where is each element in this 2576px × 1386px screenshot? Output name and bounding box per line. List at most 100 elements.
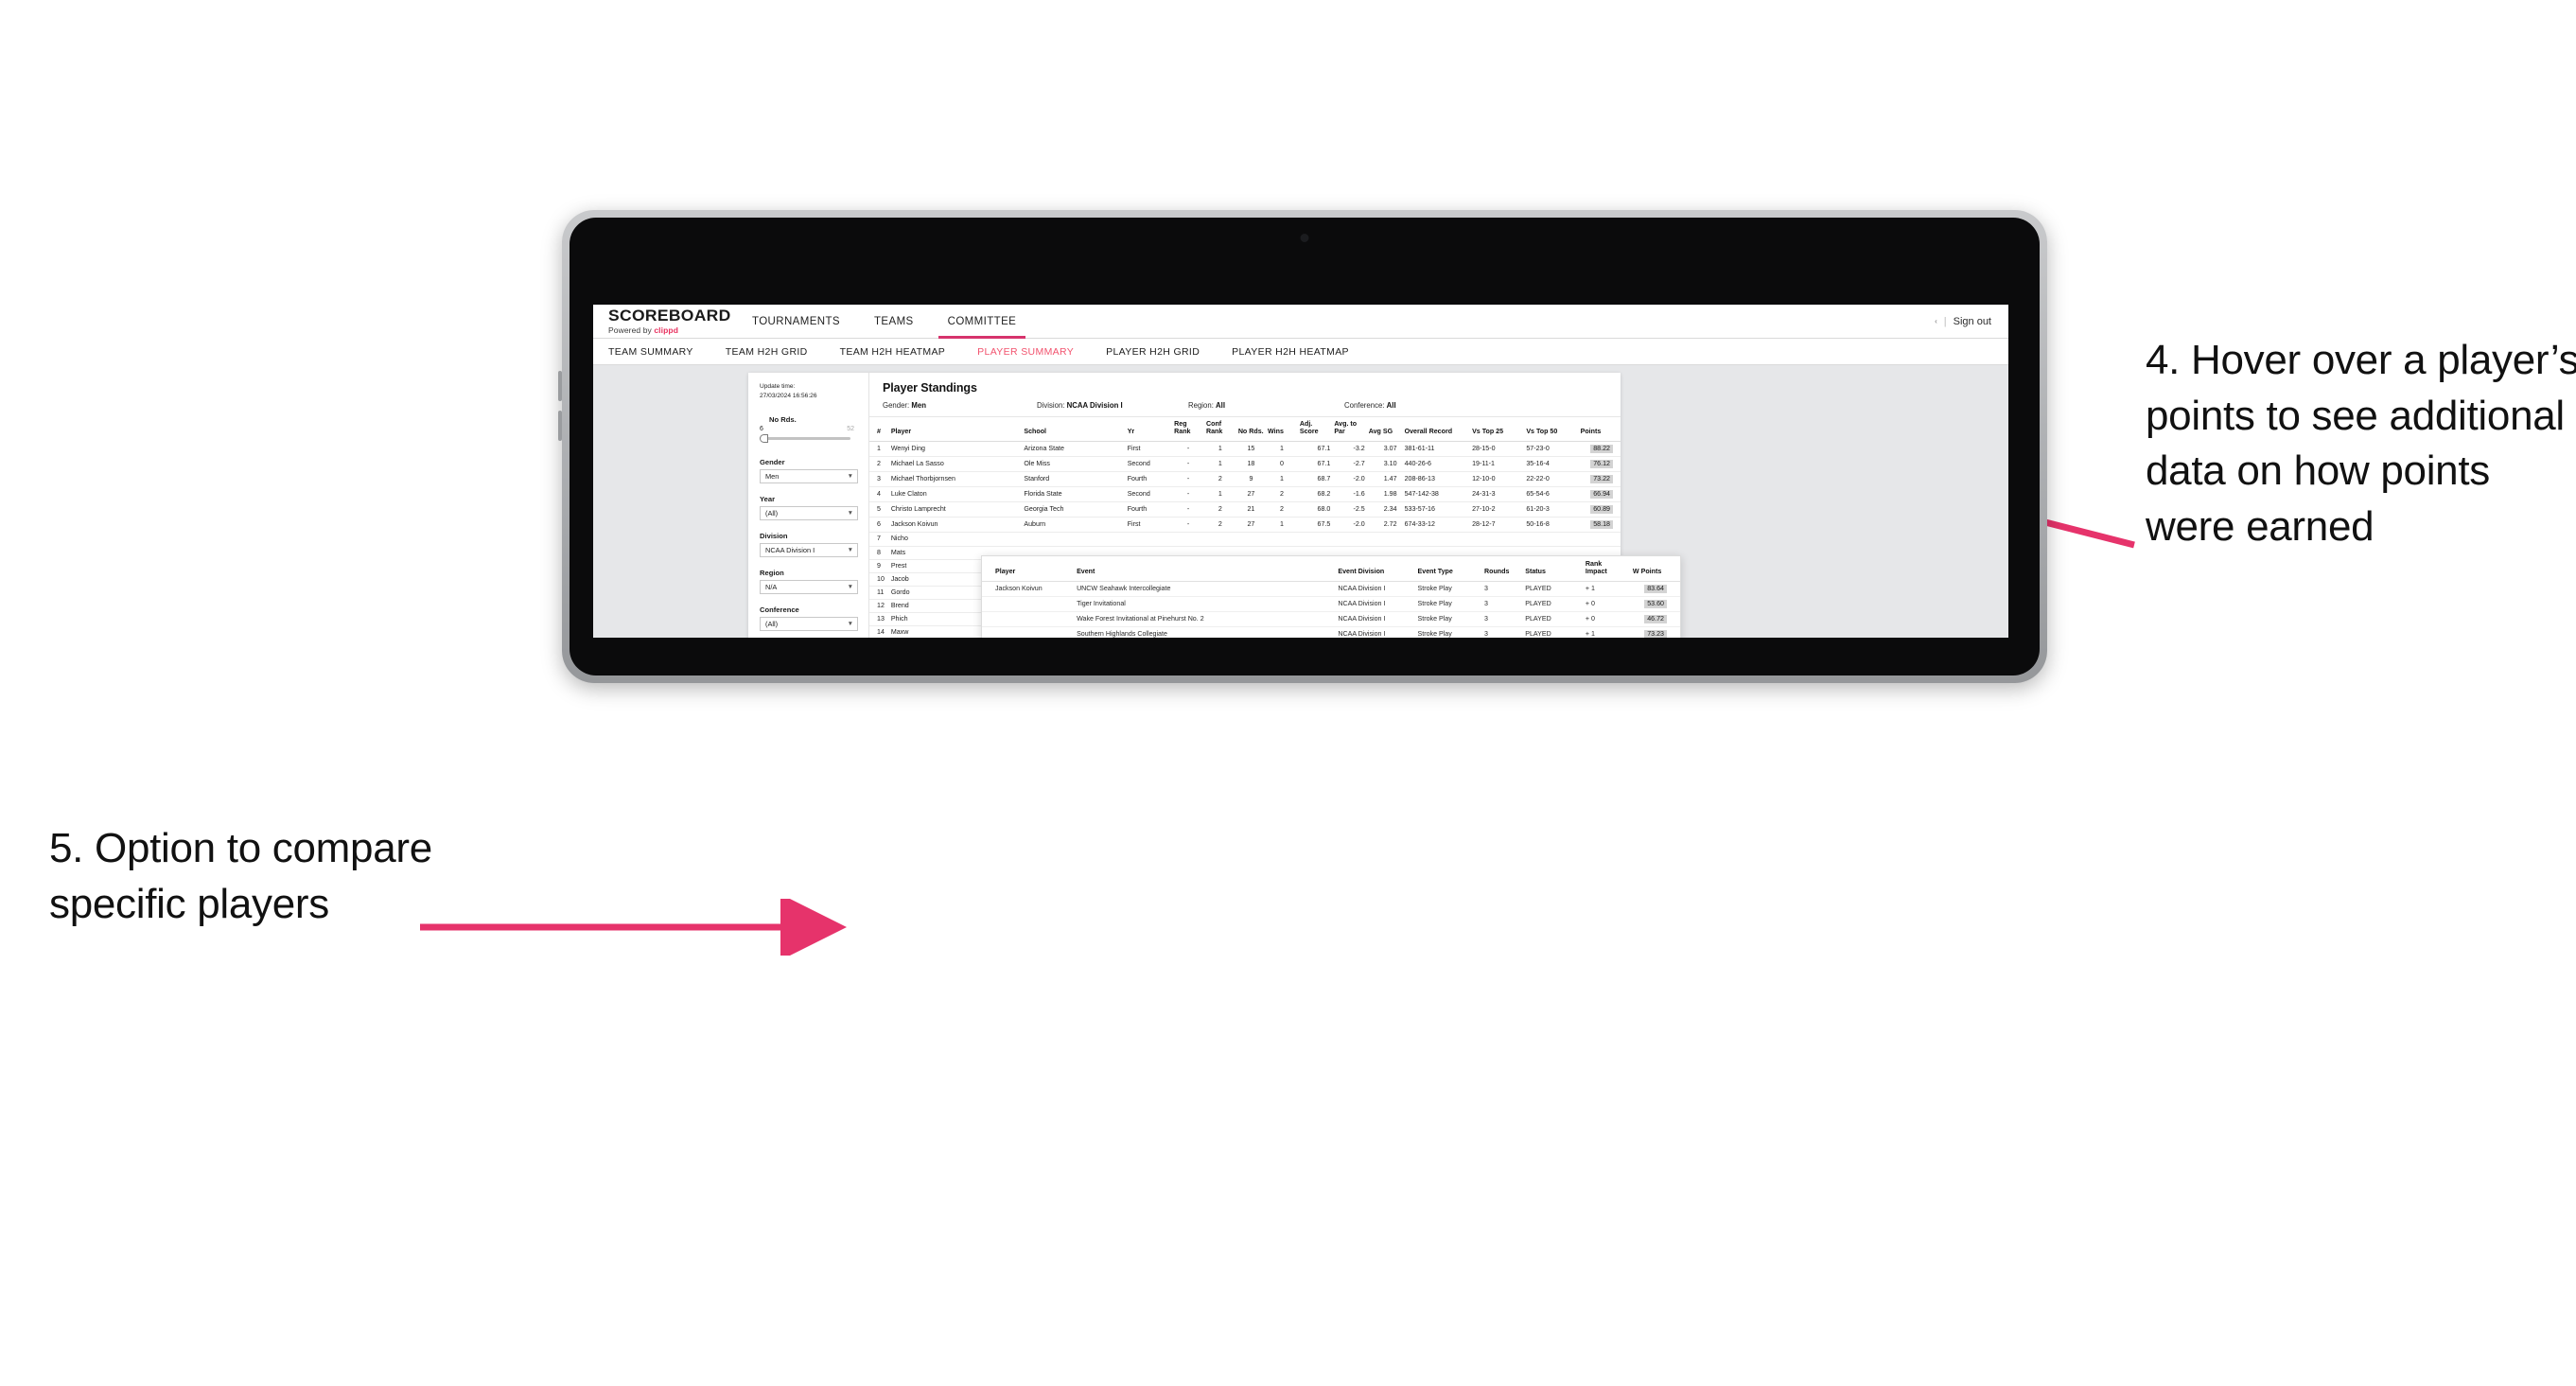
tab-team-summary[interactable]: TEAM SUMMARY xyxy=(608,346,710,358)
tooltip-row: Wake Forest Invitational at Pinehurst No… xyxy=(982,611,1680,628)
tab-player-h2h-heatmap[interactable]: PLAYER H2H HEATMAP xyxy=(1216,346,1365,358)
cell-no-rds xyxy=(1235,532,1267,547)
filter-gender-select[interactable]: Men ▼ xyxy=(760,469,858,484)
cell-points[interactable]: 76.12 xyxy=(1578,456,1621,473)
cell-avg-to-par: -2.0 xyxy=(1332,517,1367,534)
col-wins[interactable]: Wins xyxy=(1266,417,1298,442)
filter-year: Year (All) ▼ xyxy=(760,495,868,521)
brand-tagline: Powered by clippd xyxy=(608,325,735,335)
volume-down-button[interactable] xyxy=(558,411,562,441)
volume-up-button[interactable] xyxy=(558,371,562,401)
cell-rank: 8 xyxy=(869,546,889,560)
tooltip-table-body: Jackson Koivun UNCW Seahawk Intercollegia… xyxy=(982,581,1680,638)
tt-cell-division: NCAA Division I xyxy=(1338,596,1418,613)
cell-points[interactable]: 60.89 xyxy=(1578,501,1621,518)
cell-points[interactable]: 58.18 xyxy=(1578,517,1621,534)
cell-player: Michael La Sasso xyxy=(888,456,1023,473)
secondary-navigation-bar: TEAM SUMMARY TEAM H2H GRID TEAM H2H HEAT… xyxy=(593,339,2008,365)
cell-year: Fourth xyxy=(1125,501,1173,518)
no-rounds-slider[interactable] xyxy=(760,434,854,444)
table-row[interactable]: 3 Michael Thorbjornsen Stanford Fourth -2 9 1 6… xyxy=(869,471,1621,488)
tooltip-header-row: Player Event Event Division Event Type R… xyxy=(982,556,1680,582)
filter-year-label: Year xyxy=(760,495,776,504)
tt-cell-event: Southern Highlands Collegiate xyxy=(1077,626,1339,638)
nav-item-tournaments[interactable]: TOURNAMENTS xyxy=(735,305,857,339)
col-vs-top-25[interactable]: Vs Top 25 xyxy=(1470,417,1525,442)
tt-cell-rounds: 3 xyxy=(1484,611,1526,628)
cell-rank: 12 xyxy=(869,599,889,614)
cell-points[interactable]: 66.94 xyxy=(1578,486,1621,503)
tab-player-h2h-grid[interactable]: PLAYER H2H GRID xyxy=(1090,346,1216,358)
cell-points[interactable]: 88.22 xyxy=(1578,441,1621,457)
tt-cell-w-points: 83.64 xyxy=(1632,581,1680,597)
col-avg-to-par[interactable]: Avg. to Par xyxy=(1332,417,1367,442)
user-menu-chevron-icon[interactable]: ‹ xyxy=(1935,317,1937,325)
table-row[interactable]: 6 Jackson Koivun Auburn First -2 27 1 67.5 -2.0 2… xyxy=(869,517,1621,534)
nav-item-teams[interactable]: TEAMS xyxy=(857,305,931,339)
tab-team-h2h-heatmap[interactable]: TEAM H2H HEATMAP xyxy=(824,346,962,358)
tt-col-status: Status xyxy=(1525,556,1586,582)
cell-points[interactable] xyxy=(1578,532,1621,547)
cell-wins: 2 xyxy=(1266,486,1298,503)
cell-vs-top-50: 61-20-3 xyxy=(1524,501,1579,518)
col-avg-sg[interactable]: Avg SG xyxy=(1366,417,1399,442)
standings-header-row: # Player School Yr Reg Rank Conf Rank No… xyxy=(869,417,1621,442)
points-chip[interactable]: 66.94 xyxy=(1590,490,1613,500)
update-time-label: Update time: xyxy=(760,383,796,390)
cell-avg-sg xyxy=(1366,532,1399,547)
cell-vs-top-50: 50-16-8 xyxy=(1524,517,1579,534)
col-player[interactable]: Player xyxy=(888,417,1023,442)
table-row[interactable]: 5 Christo Lamprecht Georgia Tech Fourth -2 21… xyxy=(869,501,1621,518)
filter-division-value: NCAA Division I xyxy=(765,546,815,555)
tt-cell-rank-impact: + 1 xyxy=(1585,581,1633,597)
cell-wins: 0 xyxy=(1266,456,1298,473)
slider-handle[interactable] xyxy=(760,434,768,444)
table-row[interactable]: 2 Michael La Sasso Ole Miss Second -1 18 0 67.1… xyxy=(869,456,1621,473)
sign-out-link[interactable]: Sign out xyxy=(1954,316,1991,327)
col-no-rds[interactable]: No Rds. xyxy=(1235,417,1267,442)
filter-conference-select[interactable]: (All) ▼ xyxy=(760,617,858,632)
filter-region-select[interactable]: N/A ▼ xyxy=(760,580,858,595)
cell-avg-to-par: -1.6 xyxy=(1332,486,1367,503)
filter-no-rounds: No Rds. 6 52 xyxy=(760,415,868,444)
col-rank[interactable]: # xyxy=(869,417,889,442)
filter-region-value: N/A xyxy=(765,583,778,592)
cell-vs-top-25 xyxy=(1470,532,1525,547)
nav-item-committee[interactable]: COMMITTEE xyxy=(931,305,1034,339)
tab-player-summary[interactable]: PLAYER SUMMARY xyxy=(961,346,1090,358)
points-chip[interactable]: 76.12 xyxy=(1590,459,1613,469)
standings-table-head: # Player School Yr Reg Rank Conf Rank No… xyxy=(869,417,1621,442)
col-conf-rank[interactable]: Conf Rank xyxy=(1203,417,1236,442)
cell-vs-top-25: 28-12-7 xyxy=(1470,517,1525,534)
nav-separator: | xyxy=(1943,315,1947,327)
tooltip-row: Southern Highlands Collegiate NCAA Divisi… xyxy=(982,626,1680,638)
points-chip[interactable]: 60.89 xyxy=(1590,505,1613,515)
slider-track xyxy=(763,437,850,441)
cell-points[interactable]: 73.22 xyxy=(1578,471,1621,488)
filter-division-select[interactable]: NCAA Division I ▼ xyxy=(760,543,858,558)
col-vs-top-50[interactable]: Vs Top 50 xyxy=(1524,417,1579,442)
points-chip[interactable]: 58.18 xyxy=(1590,520,1613,530)
cell-school: Georgia Tech xyxy=(1022,501,1126,518)
cell-no-rds: 18 xyxy=(1235,456,1267,473)
brand-logo[interactable]: SCOREBOARD Powered by clippd xyxy=(593,307,735,335)
filter-region-label: Region xyxy=(760,569,784,578)
cell-conf-rank: 2 xyxy=(1203,517,1236,534)
table-row[interactable]: 7 Nicho xyxy=(869,532,1621,547)
col-points[interactable]: Points xyxy=(1578,417,1621,442)
col-year[interactable]: Yr xyxy=(1125,417,1173,442)
points-chip[interactable]: 88.22 xyxy=(1590,444,1613,453)
update-time: Update time: 27/03/2024 16:56:26 xyxy=(760,382,868,400)
tab-team-h2h-grid[interactable]: TEAM H2H GRID xyxy=(710,346,824,358)
cell-reg-rank: - xyxy=(1172,486,1204,503)
col-reg-rank[interactable]: Reg Rank xyxy=(1172,417,1204,442)
col-school[interactable]: School xyxy=(1022,417,1126,442)
filter-year-select[interactable]: (All) ▼ xyxy=(760,506,858,521)
table-row[interactable]: 1 Wenyi Ding Arizona State First -1 15 1 67.1 -3… xyxy=(869,441,1621,457)
table-row[interactable]: 4 Luke Claton Florida State Second -1 27 2 68.2… xyxy=(869,486,1621,503)
col-adj-score[interactable]: Adj. Score xyxy=(1297,417,1333,442)
tt-cell-w-points: 53.60 xyxy=(1632,596,1680,613)
col-overall-record[interactable]: Overall Record xyxy=(1398,417,1471,442)
points-chip[interactable]: 73.22 xyxy=(1590,475,1613,484)
chevron-down-icon: ▼ xyxy=(847,547,853,554)
